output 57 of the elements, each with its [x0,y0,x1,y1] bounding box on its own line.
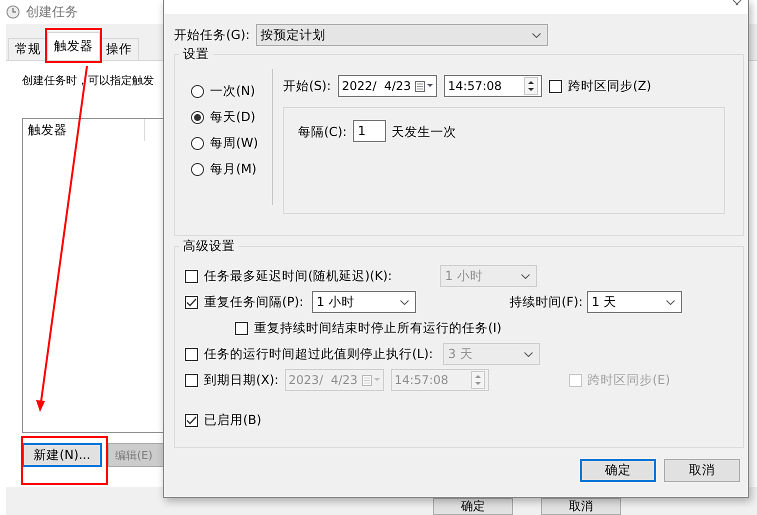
tab[interactable]: 触发器 [47,32,100,60]
interval-field[interactable]: 1 [352,120,386,142]
radio-label: 每天(D) [210,109,256,126]
radio-label: 一次(N) [210,83,256,100]
group-title: 设置 [182,46,210,63]
radio-button[interactable] [191,163,204,176]
interval-label: 每隔(C): [298,124,347,141]
cancel-button[interactable]: 取消 [541,498,621,515]
clock-icon [6,5,20,19]
checkbox-label: 重复持续时间结束时停止所有运行的任务(I) [254,320,502,336]
repeat-dropdown[interactable]: 1 小时 [312,291,416,313]
description-text: 创建任务时，可以指定触发 [22,73,154,88]
start-label: 开始(S): [283,78,331,94]
checkbox-label: 重复任务间隔(P): [204,294,304,310]
ok-button[interactable]: 确定 [433,498,513,515]
radio-label: 每月(M) [210,161,257,178]
close-icon[interactable] [732,0,742,6]
duration-dropdown[interactable]: 1 天 [586,291,682,313]
radio-button[interactable] [191,137,204,150]
ok-button[interactable]: 确定 [580,459,656,482]
checkbox[interactable] [235,322,248,334]
checkbox-label: 已启用(B) [204,412,262,428]
checkbox[interactable] [185,270,198,282]
checkbox-label: 任务最多延迟时间(随机延迟)(K): [204,268,392,284]
tab[interactable]: 操作 [99,38,139,60]
time-field[interactable]: 14:57:08 [444,75,542,97]
radio-label: 每周(W) [210,135,258,152]
column-header[interactable]: 触发器 [23,119,145,141]
start-task-dropdown[interactable]: 按预定计划 [256,24,548,46]
new-button[interactable]: 新建(N)... [22,443,102,467]
checkbox[interactable] [185,348,198,360]
checkbox-label: 任务的运行时间超过此值则停止执行(L): [204,346,433,362]
start-task-label: 开始任务(G): [174,26,250,44]
chevron-down-icon [666,300,675,304]
checkbox[interactable] [548,80,562,92]
calendar-icon[interactable] [414,80,433,92]
chevron-down-icon [520,274,530,278]
checkbox-label: 到期日期(X): [204,372,279,388]
checkbox-label: 跨时区同步(E) [588,372,670,388]
interval-suffix: 天发生一次 [392,124,457,141]
radio-button[interactable] [191,111,204,124]
date-field[interactable]: 2022/ 4/23 [338,75,437,97]
group-title: 高级设置 [182,238,236,255]
spinner-icon[interactable] [524,77,538,95]
checkbox[interactable] [185,374,198,386]
duration-label: 持续时间(F): [510,294,583,310]
checkbox[interactable] [185,414,198,426]
cancel-button[interactable]: 取消 [664,459,740,482]
checkbox[interactable] [185,296,198,308]
chevron-down-icon [524,352,533,356]
chevron-down-icon [400,300,409,304]
window-title: 创建任务 [26,4,78,21]
highlight-frame [45,28,102,63]
radio-button[interactable] [191,85,204,98]
tab[interactable]: 常规 [8,38,48,60]
checkbox-label: 跨时区同步(Z) [568,78,652,94]
chevron-down-icon [532,32,541,38]
